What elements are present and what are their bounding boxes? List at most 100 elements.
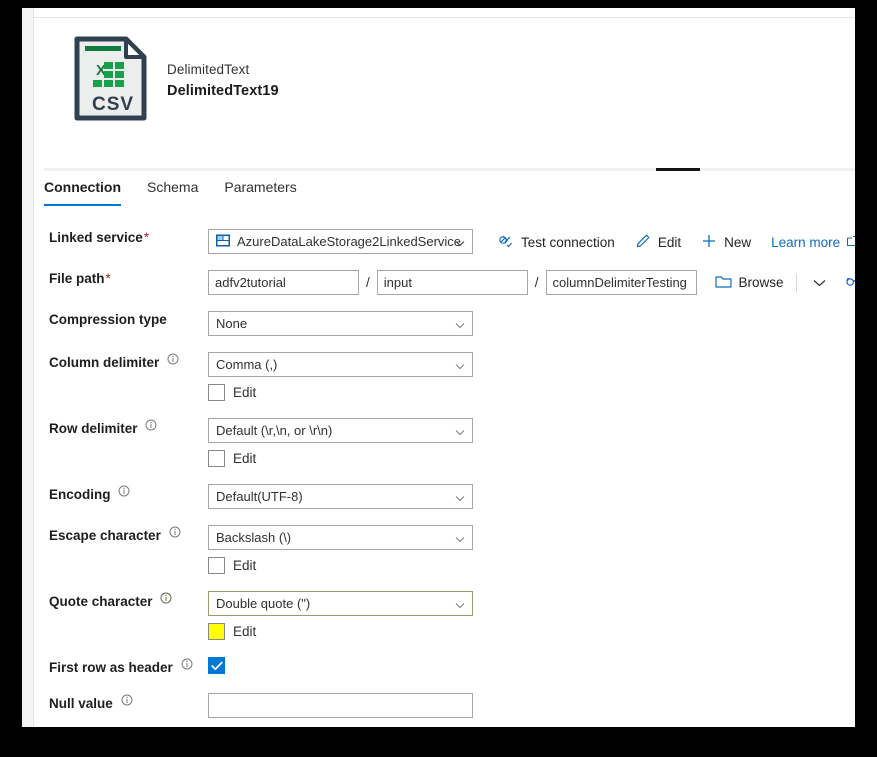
linked-service-dropdown[interactable]: AzureDataLakeStorage2LinkedService	[208, 229, 473, 254]
tab-connection[interactable]: Connection	[44, 176, 121, 206]
required-asterisk: *	[105, 271, 111, 286]
escape-character-edit-label[interactable]: Edit	[233, 558, 256, 573]
linked-service-label: Linked service*	[33, 229, 208, 247]
dataset-tabs: Connection Schema Parameters	[44, 176, 323, 212]
escape-character-dropdown[interactable]: Backslash (\)	[208, 525, 473, 550]
path-separator: /	[534, 275, 539, 290]
column-delimiter-edit-checkbox[interactable]	[208, 384, 225, 401]
encoding-row: Encoding Default(UTF-8)	[33, 484, 855, 510]
null-value-label-text: Null value	[49, 696, 113, 711]
escape-character-edit-checkbox[interactable]	[208, 557, 225, 574]
column-delimiter-edit-line: Edit	[208, 384, 855, 401]
escape-character-label-text: Escape character	[49, 528, 161, 543]
quote-character-edit-label[interactable]: Edit	[233, 624, 256, 639]
path-separator: /	[366, 275, 370, 290]
chevron-down-icon	[455, 530, 465, 545]
escape-character-edit-line: Edit	[208, 557, 855, 574]
chevron-down-icon	[455, 234, 465, 249]
first-row-as-header-row: First row as header	[33, 657, 855, 683]
edit-linked-service-label: Edit	[657, 234, 682, 250]
compression-type-value: None	[216, 316, 248, 331]
preview-data-button[interactable]: Pr	[845, 275, 855, 290]
row-delimiter-dropdown[interactable]: Default (\r,\n, or \r\n)	[208, 418, 473, 443]
info-icon[interactable]	[145, 418, 157, 431]
test-connection-label: Test connection	[521, 234, 615, 250]
row-delimiter-label: Row delimiter	[33, 418, 208, 438]
encoding-value: Default(UTF-8)	[216, 489, 303, 504]
column-delimiter-dropdown[interactable]: Comma (,)	[208, 352, 473, 377]
row-delimiter-label-text: Row delimiter	[49, 421, 138, 436]
folder-icon	[714, 274, 739, 292]
dataset-header: X CSV DelimitedText DelimitedText19	[33, 18, 855, 146]
dataset-type-label: DelimitedText	[167, 62, 250, 77]
escape-character-row: Escape character Backslash (\) Edit	[33, 525, 855, 574]
info-icon[interactable]	[160, 591, 172, 604]
file-path-toolbar: Browse	[714, 272, 855, 294]
plug-icon	[498, 233, 521, 252]
learn-more-label: Learn more	[771, 234, 841, 250]
chevron-down-icon	[455, 316, 465, 331]
dataset-name: DelimitedText19	[167, 83, 279, 99]
chevron-down-icon	[455, 357, 465, 372]
quote-character-label: Quote character	[33, 591, 208, 611]
compression-type-row: Compression type None	[33, 311, 855, 337]
column-delimiter-edit-label[interactable]: Edit	[233, 385, 256, 400]
external-link-icon	[840, 235, 855, 250]
escape-character-label: Escape character	[33, 525, 208, 545]
info-icon[interactable]	[169, 525, 181, 538]
chevron-down-icon	[455, 596, 465, 611]
quote-character-edit-checkbox[interactable]	[208, 623, 225, 640]
first-row-as-header-label-text: First row as header	[49, 660, 173, 675]
dataset-panel: X CSV DelimitedText DelimitedText19 Conn…	[22, 8, 855, 727]
panel-content: X CSV DelimitedText DelimitedText19 Conn…	[33, 18, 855, 727]
first-row-as-header-checkbox[interactable]	[208, 657, 225, 674]
panel-collapse-handle[interactable]	[656, 168, 700, 171]
compression-type-label: Compression type	[49, 312, 167, 327]
chevron-down-icon	[455, 489, 465, 504]
null-value-field	[208, 693, 855, 718]
compression-type-field: None	[208, 311, 855, 336]
chevron-down-icon	[455, 423, 465, 438]
null-value-input[interactable]	[208, 693, 473, 718]
info-icon[interactable]	[121, 693, 133, 706]
quote-character-edit-line: Edit	[208, 623, 855, 640]
quote-character-field: Double quote (") Edit	[208, 591, 855, 640]
new-linked-service-button[interactable]: New	[701, 233, 751, 252]
file-path-field: adfv2tutorial / input / columnDelimiterT…	[208, 270, 855, 295]
chevron-down-icon	[813, 274, 826, 292]
info-icon[interactable]	[118, 484, 130, 497]
quote-character-dropdown[interactable]: Double quote (")	[208, 591, 473, 616]
info-icon[interactable]	[181, 657, 193, 670]
file-path-file-input[interactable]: columnDelimiterTesting	[545, 270, 697, 295]
info-icon[interactable]	[167, 352, 179, 365]
encoding-dropdown[interactable]: Default(UTF-8)	[208, 484, 473, 509]
column-delimiter-field: Comma (,) Edit	[208, 352, 855, 401]
browse-label: Browse	[738, 275, 784, 290]
compression-type-dropdown[interactable]: None	[208, 311, 473, 336]
escape-character-value: Backslash (\)	[216, 530, 292, 545]
column-delimiter-label-text: Column delimiter	[49, 355, 160, 370]
linked-service-value: AzureDataLakeStorage2LinkedService	[237, 234, 462, 249]
new-linked-service-label: New	[724, 234, 752, 250]
linked-service-label-text: Linked service	[49, 230, 143, 245]
file-path-row: File path* adfv2tutorial / input / colum…	[33, 270, 855, 296]
learn-more-link[interactable]: Learn more	[771, 235, 855, 250]
column-delimiter-label: Column delimiter	[33, 352, 208, 372]
file-path-directory-input[interactable]: input	[376, 270, 528, 295]
plus-icon	[701, 233, 724, 252]
file-path-more-button[interactable]	[809, 272, 830, 294]
edit-linked-service-button[interactable]: Edit	[635, 233, 681, 252]
test-connection-button[interactable]: Test connection	[498, 233, 615, 252]
row-delimiter-edit-checkbox[interactable]	[208, 450, 225, 467]
row-delimiter-edit-label[interactable]: Edit	[233, 451, 256, 466]
tab-schema[interactable]: Schema	[147, 176, 198, 206]
svg-text:CSV: CSV	[92, 94, 134, 115]
browse-button[interactable]: Browse	[714, 274, 784, 292]
first-row-as-header-label: First row as header	[33, 657, 208, 677]
tab-parameters[interactable]: Parameters	[224, 176, 296, 206]
row-delimiter-edit-line: Edit	[208, 450, 855, 467]
file-path-container-input[interactable]: adfv2tutorial	[208, 270, 359, 295]
linked-service-row: Linked service* AzureDataLakeStorage2Lin…	[33, 229, 855, 255]
null-value-row: Null value	[33, 693, 855, 719]
file-path-inputs: adfv2tutorial / input / columnDelimiterT…	[208, 270, 855, 295]
